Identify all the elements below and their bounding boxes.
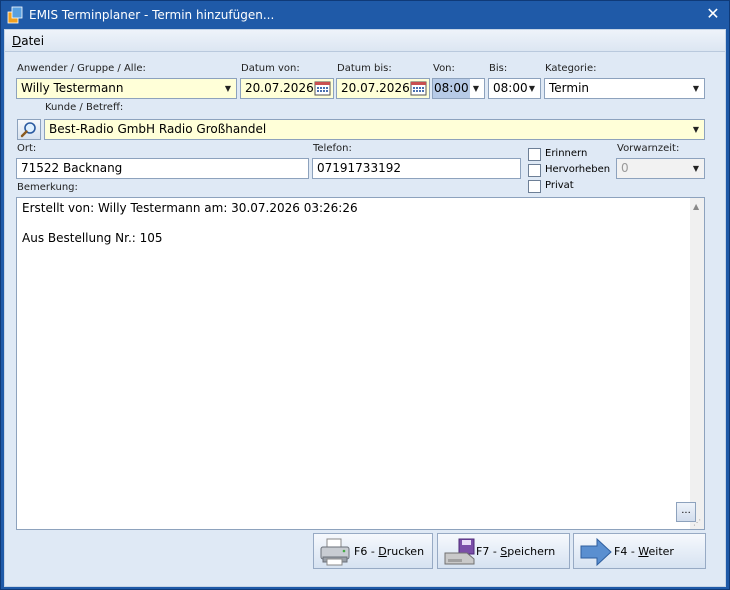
vorwarnzeit-value: 0 — [621, 161, 629, 175]
anwender-value: Willy Testermann — [21, 81, 124, 95]
arrow-right-icon — [580, 537, 612, 567]
kunde-label: Kunde / Betreff: — [45, 102, 124, 113]
von-value: 08:00 — [433, 79, 470, 98]
window-title: EMIS Terminplaner - Termin hinzufügen... — [29, 8, 275, 22]
kunde-betreff-combobox[interactable]: Best-Radio GmbH Radio Großhandel ▼ — [44, 119, 705, 140]
close-icon: ✕ — [706, 4, 720, 23]
kategorie-label: Kategorie: — [545, 63, 597, 74]
scroll-up-icon[interactable]: ▲ — [693, 202, 699, 211]
menu-bar: Datei — [5, 30, 725, 52]
checkbox-box[interactable] — [528, 164, 541, 177]
weiter-label: F4 - Weiter — [614, 545, 674, 558]
chevron-down-icon[interactable]: ▼ — [688, 159, 704, 178]
datum-von-field[interactable]: 20.07.2026 — [240, 78, 334, 99]
privat-label: Privat — [545, 180, 574, 191]
telefon-label: Telefon: — [313, 143, 352, 154]
title-bar[interactable]: EMIS Terminplaner - Termin hinzufügen...… — [1, 1, 729, 29]
datum-bis-label: Datum bis: — [337, 63, 392, 74]
telefon-input[interactable]: 07191733192 — [312, 158, 521, 179]
kategorie-value: Termin — [549, 81, 590, 95]
chevron-down-icon[interactable]: ▼ — [688, 79, 704, 98]
datum-bis-field[interactable]: 20.07.2026 — [336, 78, 430, 99]
vorwarnzeit-label: Vorwarnzeit: — [617, 143, 680, 154]
kategorie-combobox[interactable]: Termin ▼ — [544, 78, 705, 99]
drucken-label: F6 - Drucken — [354, 545, 425, 558]
datum-von-label: Datum von: — [241, 63, 300, 74]
dialog-client-area: Datei Anwender / Gruppe / Alle: Datum vo… — [4, 29, 726, 587]
dialog-window: EMIS Terminplaner - Termin hinzufügen...… — [0, 0, 730, 590]
memo-line-order: Aus Bestellung Nr.: 105 — [22, 231, 163, 245]
weiter-button[interactable]: F4 - Weiter — [573, 533, 706, 569]
datum-von-value: 20.07.2026 — [245, 81, 314, 95]
memo-line-created: Erstellt von: Willy Testermann am: 30.07… — [22, 201, 358, 215]
close-button[interactable]: ✕ — [701, 3, 725, 25]
bemerkung-textarea[interactable]: Erstellt von: Willy Testermann am: 30.07… — [16, 197, 705, 530]
calendar-icon[interactable] — [410, 80, 427, 97]
datum-bis-value: 20.07.2026 — [341, 81, 410, 95]
hervorheben-label: Hervorheben — [545, 164, 611, 175]
anwender-combobox[interactable]: Willy Testermann ▼ — [16, 78, 237, 99]
speichern-label: F7 - Speichern — [476, 545, 556, 558]
chevron-down-icon[interactable]: ▼ — [468, 79, 484, 98]
ort-value: 71522 Backnang — [21, 161, 123, 175]
speichern-button[interactable]: F7 - Speichern — [437, 533, 570, 569]
vertical-scrollbar[interactable]: ▲ — [690, 198, 704, 529]
app-icon — [7, 6, 23, 24]
kunde-value: Best-Radio GmbH Radio Großhandel — [49, 122, 267, 136]
vorwarnzeit-combobox[interactable]: 0 ▼ — [616, 158, 705, 179]
magnifier-icon — [20, 122, 36, 138]
resize-grip-icon[interactable]: ⋰ — [693, 518, 703, 528]
telefon-value: 07191733192 — [317, 161, 401, 175]
erinnern-label: Erinnern — [545, 148, 588, 159]
chevron-down-icon[interactable]: ▼ — [524, 79, 540, 98]
drucken-button[interactable]: F6 - Drucken — [313, 533, 433, 569]
von-time-combobox[interactable]: 08:00 ▼ — [432, 78, 485, 99]
menu-datei[interactable]: Datei — [12, 34, 44, 48]
bemerkung-label: Bemerkung: — [17, 182, 78, 193]
calendar-icon[interactable] — [314, 80, 331, 97]
anwender-label: Anwender / Gruppe / Alle: — [17, 63, 146, 74]
checkbox-box[interactable] — [528, 148, 541, 161]
save-disk-icon — [444, 538, 475, 565]
checkbox-box[interactable] — [528, 180, 541, 193]
bis-time-combobox[interactable]: 08:00 ▼ — [488, 78, 541, 99]
ort-input[interactable]: 71522 Backnang — [16, 158, 309, 179]
customer-search-button[interactable] — [17, 119, 41, 140]
von-label: Von: — [433, 63, 455, 74]
ort-label: Ort: — [17, 143, 37, 154]
chevron-down-icon[interactable]: ▼ — [688, 120, 704, 139]
bis-value: 08:00 — [493, 81, 528, 95]
printer-icon — [320, 538, 350, 566]
chevron-down-icon[interactable]: ▼ — [220, 79, 236, 98]
bis-label: Bis: — [489, 63, 508, 74]
